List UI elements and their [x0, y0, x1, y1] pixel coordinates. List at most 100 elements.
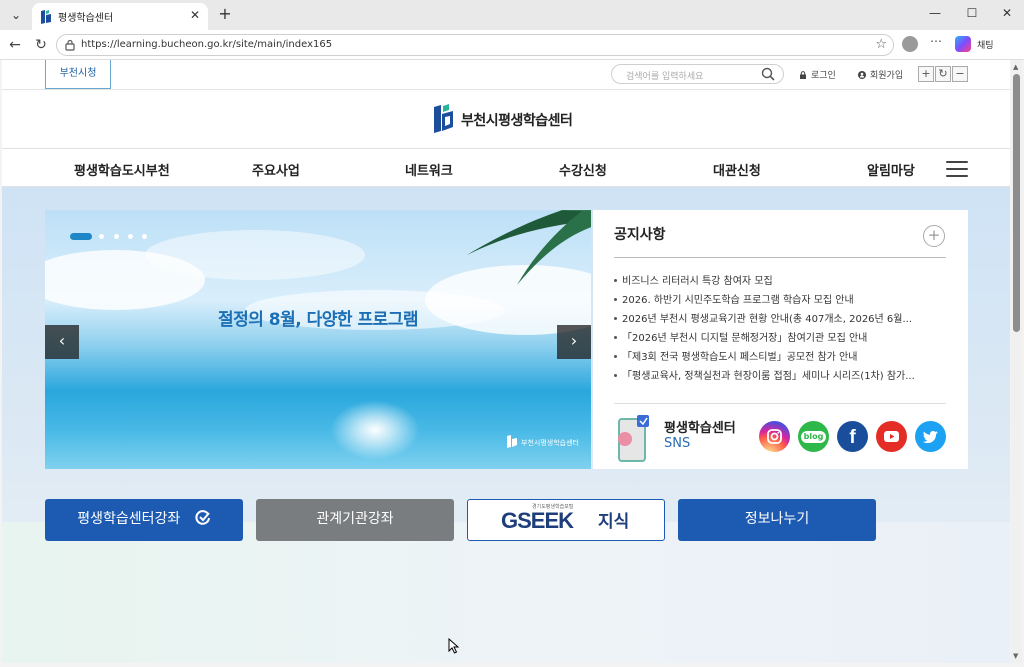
tab-menu-chevron-icon[interactable]: ⌄: [6, 5, 26, 25]
bullet-icon: [614, 355, 617, 358]
favorite-star-icon[interactable]: ☆: [875, 37, 887, 52]
center-courses-button[interactable]: 평생학습센터강좌: [45, 499, 243, 541]
banner-prev-button[interactable]: ‹: [45, 325, 79, 359]
site-favicon-icon: [41, 10, 51, 24]
font-size-plus-button[interactable]: +: [918, 66, 934, 82]
menu-hamburger-icon[interactable]: [946, 161, 968, 177]
profile-avatar[interactable]: [902, 36, 918, 52]
login-link[interactable]: 로그인: [799, 68, 836, 81]
nav-rental-application[interactable]: 대관신청: [713, 160, 761, 179]
sns-subtitle: SNS: [664, 436, 691, 451]
bullet-icon: [614, 279, 617, 282]
banner-next-button[interactable]: ›: [557, 325, 591, 359]
maximize-button[interactable]: ☐: [962, 6, 982, 24]
search-placeholder: 검색어를 입력하세요: [626, 72, 704, 82]
gseek-logo: GSEEK: [501, 508, 574, 533]
slider-dot[interactable]: [142, 234, 147, 239]
close-window-button[interactable]: ✕: [997, 6, 1017, 24]
gseek-button[interactable]: 경기도평생학습포털 GSEEK 지식: [467, 499, 665, 541]
notice-panel: 공지사항 + 비즈니스 리터러시 특강 참여자 모집 2026. 하반기 시민주…: [593, 210, 968, 469]
mouse-cursor-icon: [448, 638, 460, 654]
tab-strip: ⌄ 평생학습센터 ✕ + — ☐ ✕: [0, 0, 1024, 30]
slider-dot[interactable]: [114, 234, 119, 239]
palm-leaf-image: [467, 210, 591, 285]
page-scrollbar[interactable]: ▲ ▼: [1011, 60, 1022, 663]
blog-icon[interactable]: blog: [798, 421, 829, 452]
notice-item[interactable]: 「2026년 부천시 디지털 문해정거장」참여기관 모집 안내: [614, 329, 946, 348]
slider-dot-active[interactable]: [70, 233, 92, 240]
browser-toolbar: ← ↻ https://learning.bucheon.go.kr/site/…: [0, 30, 1024, 60]
scroll-up-arrow-icon[interactable]: ▲: [1013, 63, 1018, 71]
notice-item-text: 비즈니스 리터러시 특강 참여자 모집: [622, 276, 773, 287]
info-sharing-button[interactable]: 정보나누기: [678, 499, 876, 541]
banner-title: 절정의 8월, 다양한 프로그램: [217, 310, 419, 330]
sns-title: 평생학습센터: [664, 421, 736, 436]
background-gradient: [2, 522, 1010, 663]
bullet-icon: [614, 374, 617, 377]
notice-item[interactable]: 「제3회 전국 평생학습도시 페스티벌」공모전 참가 안내: [614, 348, 946, 367]
lock-icon: [800, 71, 806, 79]
banner-watermark: 부천시평생학습센터: [521, 439, 579, 447]
instagram-icon[interactable]: [759, 421, 790, 452]
new-tab-icon[interactable]: +: [215, 4, 235, 23]
browser-tab[interactable]: 평생학습센터 ✕: [32, 3, 208, 30]
notice-item-text: 2026. 하반기 시민주도학습 프로그램 학습자 모집 안내: [622, 295, 854, 306]
url-text[interactable]: https://learning.bucheon.go.kr/site/main…: [81, 39, 332, 50]
chat-label: 채팅: [977, 41, 994, 51]
sns-phone-icon: [618, 415, 649, 462]
signup-label: 회원가입: [870, 71, 904, 81]
main-navigation: 평생학습도시부천 주요사업 네트워크 수강신청 대관신청 알림마당: [2, 148, 1010, 187]
browser-window: ⌄ 평생학습센터 ✕ + — ☐ ✕ ← ↻ https://learning.…: [0, 0, 1024, 667]
search-input[interactable]: 검색어를 입력하세요: [611, 64, 784, 84]
reload-icon[interactable]: ↻: [32, 36, 50, 54]
scroll-down-arrow-icon[interactable]: ▼: [1013, 652, 1018, 660]
font-size-minus-button[interactable]: −: [952, 66, 968, 82]
nav-lifelong-city[interactable]: 평생학습도시부천: [74, 160, 170, 179]
cloud-shape: [145, 230, 365, 280]
notice-item[interactable]: 2026년 부천시 평생교육기관 현황 안내(총 407개소, 2026년 6월…: [614, 310, 946, 329]
center-courses-label: 평생학습센터강좌: [77, 511, 181, 527]
nav-course-application[interactable]: 수강신청: [559, 160, 607, 179]
search-icon[interactable]: [761, 67, 775, 81]
slider-dot[interactable]: [128, 234, 133, 239]
check-circle-icon: [195, 510, 210, 525]
minimize-button[interactable]: —: [925, 6, 945, 24]
notice-more-button[interactable]: +: [923, 225, 945, 247]
sun-reflection: [330, 400, 420, 460]
notice-item-text: 「2026년 부천시 디지털 문해정거장」참여기관 모집 안내: [622, 333, 868, 344]
tab-close-icon[interactable]: ✕: [190, 8, 200, 22]
user-icon: [858, 71, 866, 79]
address-bar[interactable]: https://learning.bucheon.go.kr/site/main…: [56, 34, 894, 56]
copilot-icon: [955, 36, 971, 52]
twitter-icon[interactable]: [915, 421, 946, 452]
youtube-icon[interactable]: [876, 421, 907, 452]
signup-link[interactable]: 회원가입: [858, 68, 903, 81]
main-banner-slider[interactable]: 절정의 8월, 다양한 프로그램 ‹ › 부천시평생학습센터: [45, 210, 591, 469]
notice-item[interactable]: 비즈니스 리터러시 특강 참여자 모집: [614, 272, 946, 291]
nav-notice-board[interactable]: 알림마당: [867, 160, 915, 179]
scroll-thumb[interactable]: [1013, 74, 1020, 332]
notice-item[interactable]: 「평생교육사, 정책실천과 현장이룸 접점」세미나 시리즈(1차) 참가...: [614, 367, 946, 386]
related-institution-courses-button[interactable]: 관계기관강좌: [256, 499, 454, 541]
notice-list: 비즈니스 리터러시 특강 참여자 모집 2026. 하반기 시민주도학습 프로그…: [614, 272, 946, 386]
gseek-suffix: 지식: [598, 512, 630, 532]
utility-bar: 부천시청 검색어를 입력하세요 로그인 회원가입 + ↻ −: [2, 60, 1010, 90]
notice-item-text: 2026년 부천시 평생교육기관 현황 안내(총 407개소, 2026년 6월…: [622, 314, 913, 325]
tab-title: 평생학습센터: [58, 13, 114, 24]
site-logo-text[interactable]: 부천시평생학습센터: [461, 110, 573, 130]
site-info-icon[interactable]: [65, 39, 75, 51]
nav-network[interactable]: 네트워크: [405, 160, 453, 179]
notice-item[interactable]: 2026. 하반기 시민주도학습 프로그램 학습자 모집 안내: [614, 291, 946, 310]
slider-dot[interactable]: [99, 234, 104, 239]
nav-main-projects[interactable]: 주요사업: [252, 160, 300, 179]
city-hall-link[interactable]: 부천시청: [45, 60, 111, 89]
more-options-icon[interactable]: ⋯: [930, 34, 942, 48]
login-label: 로그인: [811, 71, 836, 81]
back-arrow-icon[interactable]: ←: [6, 36, 24, 54]
bullet-icon: [614, 298, 617, 301]
font-size-reset-button[interactable]: ↻: [935, 66, 951, 82]
facebook-icon[interactable]: f: [837, 421, 868, 452]
blog-icon-label: blog: [800, 431, 827, 443]
site-header: 부천시평생학습센터: [2, 90, 1010, 148]
site-logo-icon[interactable]: [433, 103, 455, 133]
